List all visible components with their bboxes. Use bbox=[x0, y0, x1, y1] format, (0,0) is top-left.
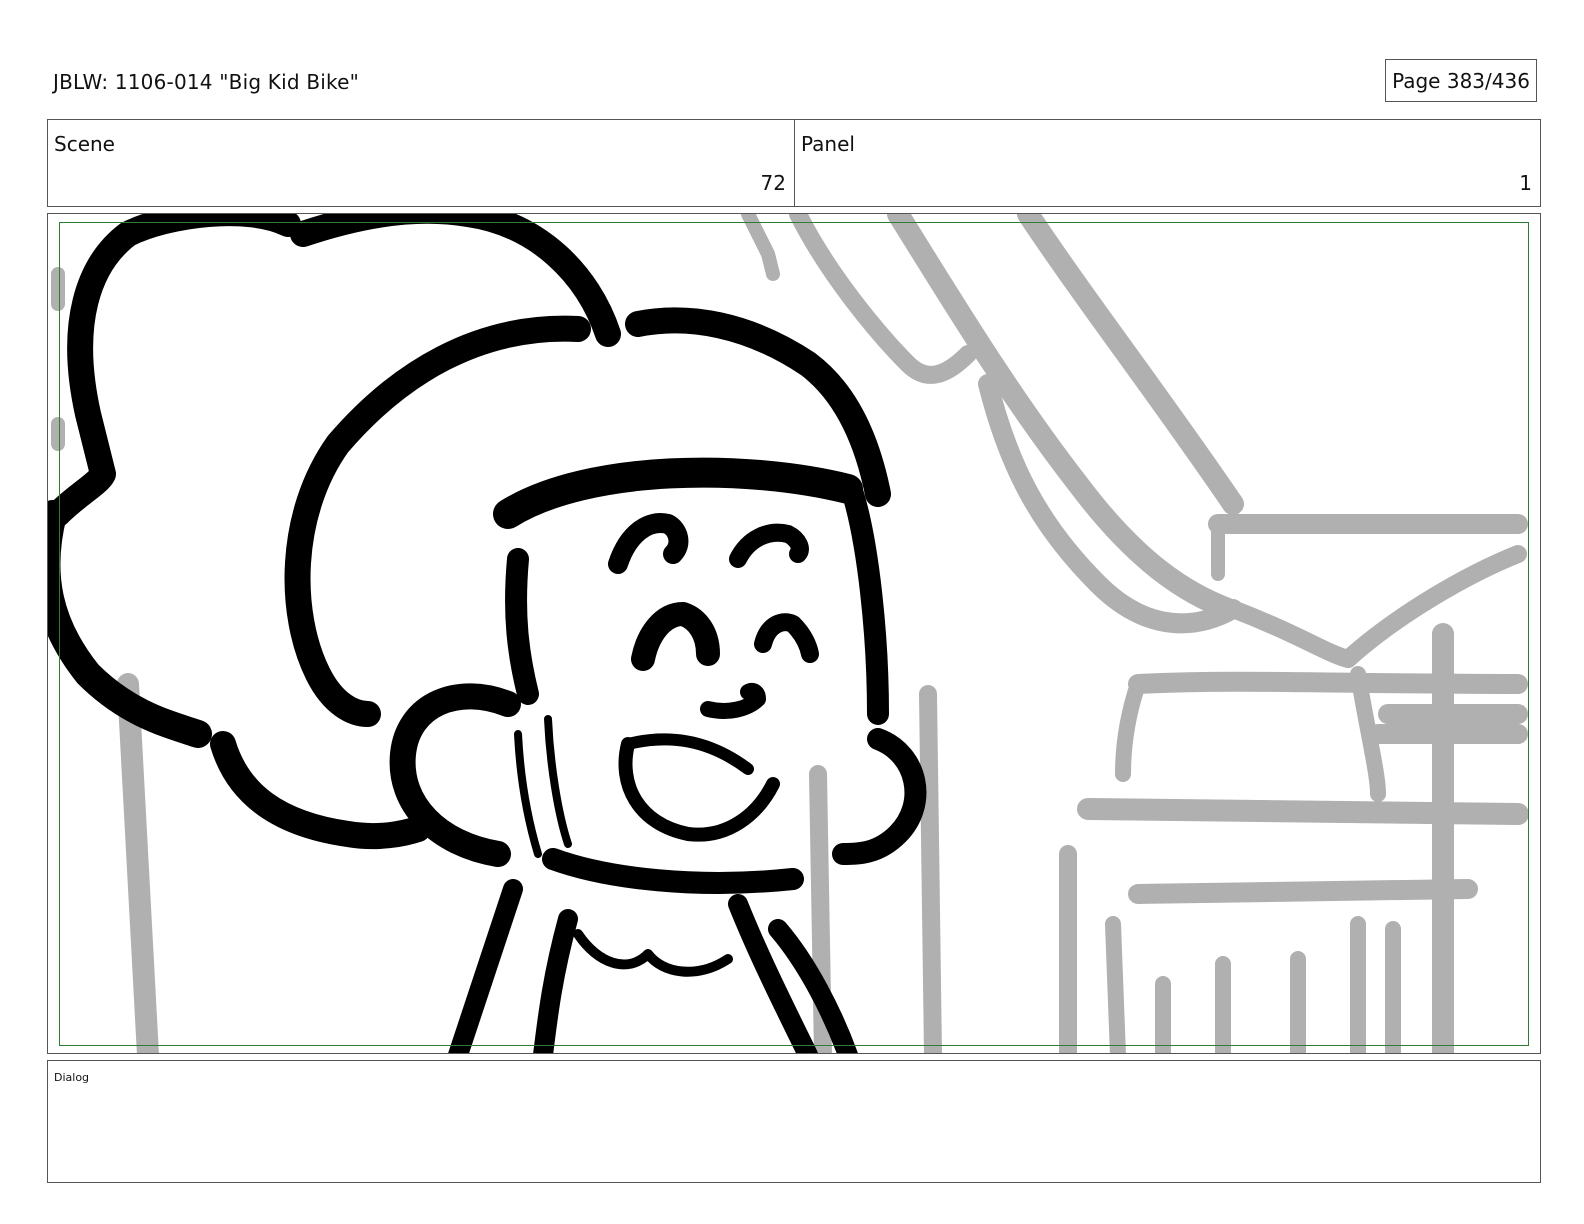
storyboard-frame bbox=[47, 213, 1541, 1054]
document-title: JBLW: 1106-014 "Big Kid Bike" bbox=[53, 70, 359, 94]
dialog-label: Dialog bbox=[54, 1071, 90, 1084]
page-number: Page 383/436 bbox=[1385, 59, 1537, 102]
panel-cell: Panel 1 bbox=[795, 120, 1540, 206]
scene-number: 72 bbox=[760, 171, 786, 195]
scene-panel-header: Scene 72 Panel 1 bbox=[47, 119, 1541, 207]
character-drawing bbox=[48, 214, 927, 1053]
panel-label: Panel bbox=[801, 132, 855, 156]
scene-cell: Scene 72 bbox=[48, 120, 795, 206]
scene-label: Scene bbox=[54, 132, 115, 156]
storyboard-drawing bbox=[48, 214, 1529, 1053]
dialog-box: Dialog bbox=[47, 1060, 1541, 1183]
panel-number: 1 bbox=[1519, 171, 1532, 195]
